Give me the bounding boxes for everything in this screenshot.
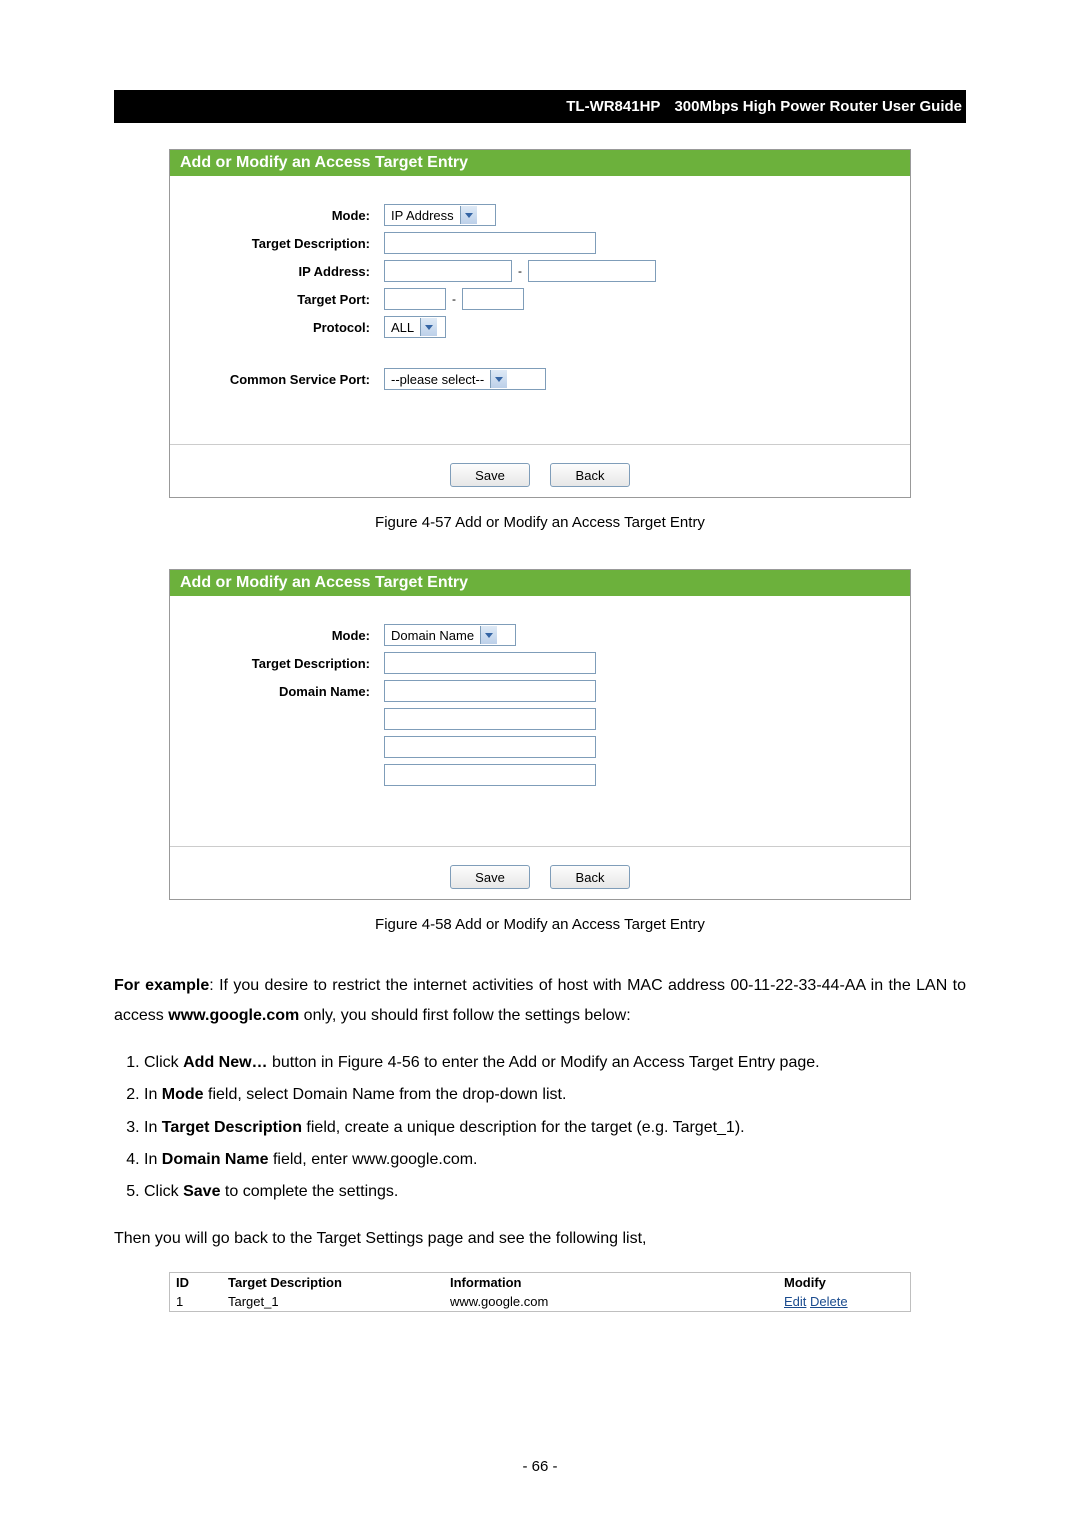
figure-4-57: Add or Modify an Access Target Entry Mod… (169, 149, 911, 498)
save-button[interactable]: Save (450, 865, 530, 889)
for-example-label: For example (114, 977, 209, 994)
mode-value: Domain Name (385, 628, 480, 643)
target-port-from-input[interactable] (384, 288, 446, 310)
th-id: ID (170, 1273, 222, 1292)
back-button-label: Back (576, 870, 605, 885)
range-dash: - (452, 292, 456, 306)
steps-list: Click Add New… button in Figure 4-56 to … (114, 1048, 966, 1208)
th-information: Information (444, 1273, 778, 1292)
domain-name-input-2[interactable] (384, 708, 596, 730)
panel-title: Add or Modify an Access Target Entry (170, 570, 910, 596)
common-service-port-select[interactable]: --please select-- (384, 368, 546, 390)
common-service-port-value: --please select-- (385, 372, 490, 387)
cell-id: 1 (170, 1292, 222, 1311)
mode-value: IP Address (385, 208, 460, 223)
figure-4-58: Add or Modify an Access Target Entry Mod… (169, 569, 911, 900)
chevron-down-icon (480, 626, 497, 644)
step-4: In Domain Name field, enter www.google.c… (144, 1145, 966, 1175)
label-ip-address: IP Address: (180, 264, 384, 279)
label-mode: Mode: (180, 208, 384, 223)
back-button[interactable]: Back (550, 463, 630, 487)
target-description-input[interactable] (384, 652, 596, 674)
header-rule (114, 121, 966, 123)
chevron-down-icon (490, 370, 507, 388)
example-paragraph: For example: If you desire to restrict t… (114, 971, 966, 1032)
label-target-description: Target Description: (180, 656, 384, 671)
mode-select[interactable]: Domain Name (384, 624, 516, 646)
save-button-label: Save (475, 870, 505, 885)
domain-name-input-4[interactable] (384, 764, 596, 786)
ip-address-from-input[interactable] (384, 260, 512, 282)
after-steps-paragraph: Then you will go back to the Target Sett… (114, 1224, 966, 1254)
range-dash: - (518, 264, 522, 278)
target-list-table: ID Target Description Information Modify… (169, 1272, 911, 1312)
table-row: 1 Target_1 www.google.com Edit Delete (170, 1292, 910, 1311)
label-mode: Mode: (180, 628, 384, 643)
edit-link[interactable]: Edit (784, 1294, 806, 1309)
domain-example: www.google.com (168, 1007, 299, 1024)
label-target-port: Target Port: (180, 292, 384, 307)
step-1: Click Add New… button in Figure 4-56 to … (144, 1048, 966, 1078)
target-port-to-input[interactable] (462, 288, 524, 310)
step-2: In Mode field, select Domain Name from t… (144, 1080, 966, 1110)
cell-modify: Edit Delete (778, 1292, 910, 1311)
model-label: TL-WR841HP (560, 98, 674, 115)
protocol-select[interactable]: ALL (384, 316, 446, 338)
label-common-service-port: Common Service Port: (180, 372, 384, 387)
chevron-down-icon (460, 206, 477, 224)
panel-title: Add or Modify an Access Target Entry (170, 150, 910, 176)
back-button[interactable]: Back (550, 865, 630, 889)
label-domain-name: Domain Name: (180, 680, 384, 699)
save-button-label: Save (475, 468, 505, 483)
domain-name-input-1[interactable] (384, 680, 596, 702)
th-modify: Modify (778, 1273, 910, 1292)
chevron-down-icon (420, 318, 437, 336)
step-3: In Target Description field, create a un… (144, 1113, 966, 1143)
ip-address-to-input[interactable] (528, 260, 656, 282)
page-number: - 66 - (114, 1458, 966, 1475)
target-description-input[interactable] (384, 232, 596, 254)
cell-target-description: Target_1 (222, 1292, 444, 1311)
th-target-description: Target Description (222, 1273, 444, 1292)
protocol-value: ALL (385, 320, 420, 335)
paragraph-text: only, you should first follow the settin… (299, 1007, 630, 1024)
page-header: TL-WR841HP 300Mbps High Power Router Use… (114, 90, 966, 121)
guide-subtitle: 300Mbps High Power Router User Guide (674, 98, 962, 115)
delete-link[interactable]: Delete (810, 1294, 848, 1309)
save-button[interactable]: Save (450, 463, 530, 487)
mode-select[interactable]: IP Address (384, 204, 496, 226)
figure-caption-4-57: Figure 4-57 Add or Modify an Access Targ… (114, 514, 966, 531)
label-target-description: Target Description: (180, 236, 384, 251)
figure-caption-4-58: Figure 4-58 Add or Modify an Access Targ… (114, 916, 966, 933)
domain-name-input-3[interactable] (384, 736, 596, 758)
back-button-label: Back (576, 468, 605, 483)
step-5: Click Save to complete the settings. (144, 1177, 966, 1207)
label-protocol: Protocol: (180, 320, 384, 335)
cell-information: www.google.com (444, 1292, 778, 1311)
